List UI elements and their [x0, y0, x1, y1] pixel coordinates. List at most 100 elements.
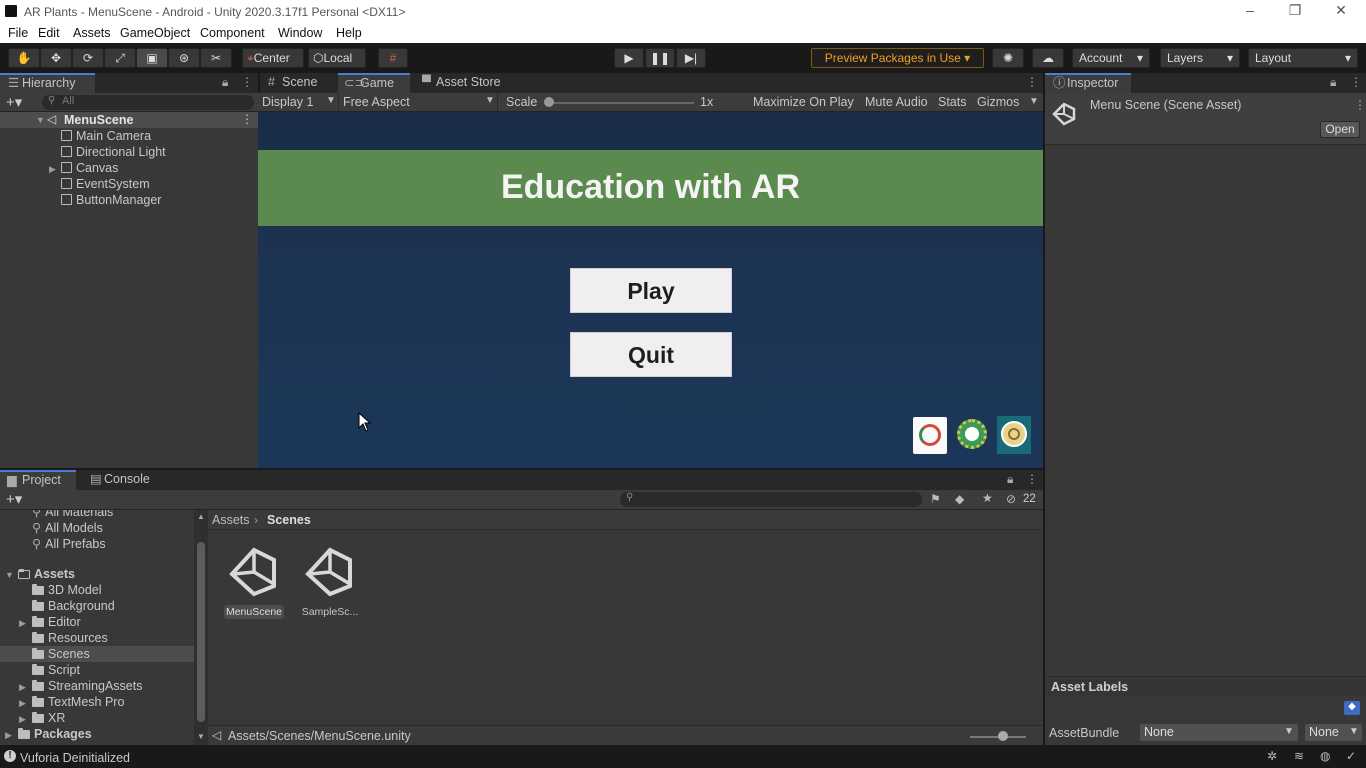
transform-tool-icon[interactable]: ⊛ [168, 48, 200, 68]
step-icon[interactable]: ▶| [676, 48, 706, 68]
expand-triangle-icon[interactable]: ▶ [5, 730, 12, 741]
filter-type-icon[interactable]: ⚑ [930, 492, 941, 506]
list-item[interactable]: Background [32, 599, 115, 613]
tree-scrollbar[interactable]: ▲ ▼ [194, 510, 208, 745]
expand-triangle-icon[interactable]: ▼ [36, 115, 45, 125]
expand-triangle-icon[interactable]: ▼ [5, 570, 14, 580]
play-icon[interactable]: ▶ [614, 48, 644, 68]
list-item[interactable]: ⚲ All Models [32, 520, 103, 535]
lock-icon[interactable]: 🔒︎ [222, 75, 228, 90]
stats-toggle[interactable]: Stats [938, 95, 967, 109]
account-dropdown[interactable]: Account ▾ [1072, 48, 1150, 68]
minimize-button[interactable]: – [1240, 2, 1260, 20]
file-item-menuscene[interactable]: MenuScene [222, 542, 286, 622]
pause-icon[interactable]: ❚❚ [645, 48, 675, 68]
add-icon[interactable]: +▾ [6, 490, 22, 508]
tab-scene[interactable]: # Scene [260, 73, 338, 93]
scale-slider[interactable] [548, 102, 694, 104]
layout-dropdown[interactable]: Layout ▾ [1248, 48, 1358, 68]
grid-snap-icon[interactable]: # [378, 48, 408, 68]
list-item[interactable]: Scenes [32, 647, 90, 661]
pivot-center-button[interactable]: ⌖Center [242, 48, 304, 68]
add-icon[interactable]: +▾ [6, 93, 22, 111]
progress-icon[interactable]: ◍ [1320, 749, 1330, 763]
list-item[interactable]: Main Camera [61, 129, 151, 143]
menu-component[interactable]: Component [200, 26, 265, 40]
project-search-input[interactable]: ⚲ [620, 492, 922, 507]
scene-row[interactable]: ▼ ◁ MenuScene ⋮ [0, 112, 258, 128]
expand-triangle-icon[interactable]: ▶ [49, 164, 56, 175]
list-item[interactable]: ⚲ All Materials [32, 510, 113, 519]
list-item[interactable]: TextMesh Pro [32, 695, 124, 709]
menu-file[interactable]: File [8, 26, 28, 40]
breadcrumb-scenes[interactable]: Scenes [267, 513, 311, 527]
play-button[interactable]: Play [570, 268, 732, 313]
quit-button[interactable]: Quit [570, 332, 732, 377]
game-viewport[interactable]: Education with AR Play Quit [258, 112, 1043, 468]
list-item[interactable]: ⚲ All Prefabs [32, 536, 106, 551]
hidden-packages-icon[interactable]: ⊘ [1006, 492, 1016, 506]
pivot-space-button[interactable]: ⬡Local [308, 48, 366, 68]
aspect-dropdown[interactable]: Free Aspect ▼ [338, 93, 498, 112]
list-item[interactable]: Editor [32, 615, 81, 629]
list-item[interactable]: Directional Light [61, 145, 166, 159]
list-item[interactable]: XR [32, 711, 65, 725]
list-item[interactable]: 3D Model [32, 583, 102, 597]
tree-scrollbar-thumb[interactable] [197, 542, 205, 722]
expand-triangle-icon[interactable]: ▶ [19, 618, 26, 629]
preview-packages-dropdown[interactable]: Preview Packages in Use ▾ [811, 48, 984, 68]
tab-hierarchy[interactable]: ☰ Hierarchy [0, 73, 95, 93]
maximize-button[interactable]: ❐ [1285, 2, 1305, 20]
menu-edit[interactable]: Edit [38, 26, 60, 40]
list-item[interactable]: StreamingAssets [32, 679, 142, 693]
hierarchy-search-input[interactable]: ⚲ All [42, 95, 254, 110]
tab-console[interactable]: ▤ Console [82, 470, 160, 490]
list-item[interactable]: Assets [18, 567, 75, 581]
cloud-icon[interactable]: ☁ [1032, 48, 1064, 68]
scale-tool-icon[interactable]: ⤢ [104, 48, 136, 68]
mute-audio-toggle[interactable]: Mute Audio [865, 95, 928, 109]
services-icon[interactable]: ✺ [992, 48, 1024, 68]
rotate-tool-icon[interactable]: ⟳ [72, 48, 104, 68]
close-button[interactable]: ✕ [1331, 2, 1351, 20]
open-button[interactable]: Open [1320, 121, 1360, 138]
favorite-star-icon[interactable]: ★ [982, 491, 993, 505]
more-options-icon[interactable]: ⋮ [1350, 75, 1362, 89]
list-item[interactable]: Script [32, 663, 80, 677]
filter-label-icon[interactable]: ◆ [955, 492, 964, 506]
list-item[interactable]: Resources [32, 631, 108, 645]
status-message[interactable]: Vuforia Deinitialized [20, 751, 130, 765]
layers-dropdown[interactable]: Layers ▾ [1160, 48, 1240, 68]
chevron-down-icon[interactable]: ▼ [1029, 96, 1039, 107]
maximize-on-play-toggle[interactable]: Maximize On Play [753, 95, 854, 109]
more-options-icon[interactable]: ⋮ [1354, 98, 1366, 112]
variant-dropdown[interactable]: None ▼ [1305, 724, 1362, 741]
more-options-icon[interactable]: ⋮ [1026, 472, 1038, 486]
more-options-icon[interactable]: ⋮ [1026, 75, 1038, 89]
custom-tool-icon[interactable]: ✂ [200, 48, 232, 68]
check-circle-icon[interactable]: ✓ [1346, 749, 1356, 763]
list-item[interactable]: EventSystem [61, 177, 150, 191]
breadcrumb-assets[interactable]: Assets [212, 513, 250, 527]
list-item[interactable]: Canvas [61, 161, 118, 175]
rect-tool-icon[interactable]: ▣ [136, 48, 168, 68]
more-options-icon[interactable]: ⋮ [241, 75, 253, 89]
scale-slider-handle[interactable] [544, 97, 554, 107]
assetbundle-dropdown[interactable]: None ▼ [1140, 724, 1298, 741]
move-tool-icon[interactable]: ✥ [40, 48, 72, 68]
icon-size-slider-handle[interactable] [998, 731, 1008, 741]
lock-icon[interactable]: 🔒︎ [1330, 75, 1336, 90]
database-icon[interactable]: ≋ [1294, 749, 1304, 763]
menu-help[interactable]: Help [336, 26, 362, 40]
expand-triangle-icon[interactable]: ▶ [19, 698, 26, 709]
debug-bug-icon[interactable]: ✲ [1267, 749, 1277, 763]
menu-window[interactable]: Window [278, 26, 322, 40]
display-dropdown[interactable]: Display 1 [262, 95, 313, 109]
tab-inspector[interactable]: ⓘ Inspector [1045, 73, 1131, 93]
tab-project[interactable]: ▆ Project [0, 470, 76, 490]
hand-tool-icon[interactable]: ✋ [8, 48, 40, 68]
list-item[interactable]: ButtonManager [61, 193, 161, 207]
file-item-samplescene[interactable]: SampleSc... [298, 542, 362, 622]
list-item[interactable]: Packages [18, 727, 92, 741]
gizmos-toggle[interactable]: Gizmos [977, 95, 1019, 109]
